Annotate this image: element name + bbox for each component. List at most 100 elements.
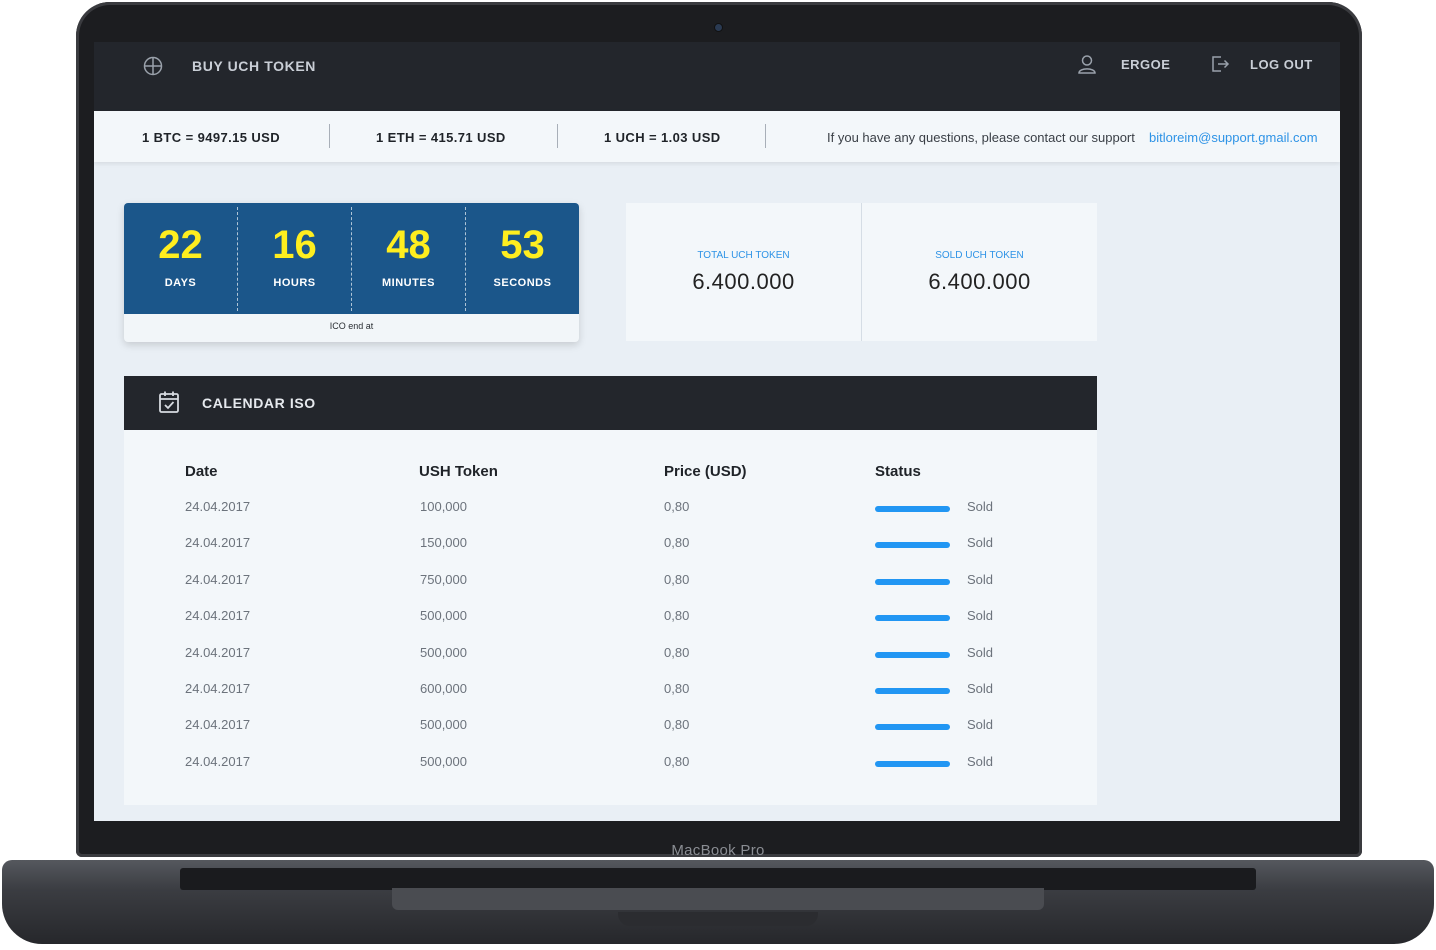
countdown-value: 16 [272,223,317,267]
status-progress-bar [875,760,950,767]
user-name[interactable]: ERGOE [1121,57,1170,72]
table-row: 24.04.2017 500,000 0,80 Sold [124,608,1097,628]
date-cell: 24.04.2017 [185,499,251,514]
price-cell: 0,80 [664,608,690,624]
status-text: Sold [967,499,994,514]
date-cell: 24.04.2017 [185,608,251,624]
price-cell: 0,80 [664,681,690,696]
laptop-notch [618,912,818,926]
price-cell: 0,80 [664,644,690,660]
date-cell: 24.04.2017 [185,535,251,551]
token-cell: 750,000 [420,571,467,587]
calendar-title: CALENDAR ISO [202,395,316,411]
user-icon[interactable] [1077,54,1097,74]
status-text: Sold [967,571,994,587]
price-cell: 0,80 [664,753,690,769]
price-cell: 0,80 [664,571,690,587]
stat-total-token: TOTAL UCH TOKEN 6.400.000 [626,203,861,341]
device-label: MacBook Pro [671,842,765,859]
ico-countdown: 22 DAYS 16 HOURS 48 MINUTES 53 SECONDS I… [124,203,579,342]
status-text: Sold [967,681,994,696]
calendar-header: CALENDAR ISO [124,376,1097,430]
stat-label: SOLD UCH TOKEN [935,250,1024,261]
token-cell: 150,000 [420,535,467,551]
status-text: Sold [967,753,994,769]
column-header-token: USH Token [419,463,498,480]
countdown-label: DAYS [164,277,197,289]
support-text: If you have any questions, please contac… [827,130,1135,145]
laptop-keyboard [180,868,1256,890]
laptop-trackpad [392,888,1044,910]
token-cell: 500,000 [420,608,467,624]
table-row: 24.04.2017 500,000 0,80 Sold [124,717,1097,737]
rate-eth: 1 ETH = 415.71 USD [376,130,506,145]
price-cell: 0,80 [664,717,690,733]
price-cell: 0,80 [664,499,690,514]
webcam [715,24,722,31]
table-row: 24.04.2017 500,000 0,80 Sold [124,645,1097,665]
table-row: 24.04.2017 750,000 0,80 Sold [124,572,1097,592]
table-row: 24.04.2017 150,000 0,80 Sold [124,535,1097,555]
table-row: 24.04.2017 600,000 0,80 Sold [124,681,1097,701]
countdown-hours: 16 HOURS [238,203,351,314]
date-cell: 24.04.2017 [185,571,251,587]
countdown-panel: 22 DAYS 16 HOURS 48 MINUTES 53 SECONDS [124,203,579,314]
price-cell: 0,80 [664,535,690,551]
status-text: Sold [967,644,994,660]
rates-bar: 1 BTC = 9497.15 USD 1 ETH = 415.71 USD 1… [94,111,1340,162]
status-text: Sold [967,717,994,733]
status-progress-bar [875,506,950,512]
table-row: 24.04.2017 100,000 0,80 Sold [124,499,1097,519]
buy-token-link[interactable]: BUY UCH TOKEN [192,58,316,74]
status-text: Sold [967,535,994,551]
app-screen: BUY UCH TOKEN ERGOE LOG OUT 1 BTC = 9497… [94,42,1340,821]
token-cell: 500,000 [420,717,467,733]
top-nav: BUY UCH TOKEN ERGOE LOG OUT [94,42,1340,111]
column-header-date: Date [185,463,218,480]
countdown-value: 22 [158,223,203,267]
date-cell: 24.04.2017 [185,644,251,660]
token-cell: 500,000 [420,753,467,769]
rate-divider [329,124,330,148]
logout-button[interactable]: LOG OUT [1250,57,1313,72]
date-cell: 24.04.2017 [185,681,251,696]
status-progress-bar [875,688,950,694]
rate-uch: 1 UCH = 1.03 USD [604,130,721,145]
countdown-days: 22 DAYS [124,203,237,314]
status-progress-bar [875,724,950,731]
status-text: Sold [967,608,994,624]
token-cell: 600,000 [420,681,467,696]
column-header-price: Price (USD) [664,463,747,480]
stat-sold-token: SOLD UCH TOKEN 6.400.000 [862,203,1097,341]
rate-divider [765,124,766,148]
logout-icon[interactable] [1210,54,1230,74]
stat-label: TOTAL UCH TOKEN [697,250,790,261]
stat-value: 6.400.000 [928,269,1031,294]
countdown-value: 53 [500,223,545,267]
countdown-seconds: 53 SECONDS [466,203,579,314]
rate-divider [557,124,558,148]
status-progress-bar [875,578,950,585]
countdown-footer: ICO end at [329,321,374,331]
status-progress-bar [875,651,950,658]
calendar-table: Date USH Token Price (USD) Status 24.04.… [124,430,1097,805]
stat-value: 6.400.000 [692,269,795,294]
countdown-minutes: 48 MINUTES [352,203,465,314]
status-progress-bar [875,542,950,549]
countdown-value: 48 [386,223,431,267]
column-header-status: Status [875,463,921,480]
countdown-label: SECONDS [493,277,552,289]
calendar-check-icon [159,391,179,413]
date-cell: 24.04.2017 [185,753,251,769]
support-email-link[interactable]: bitloreim@support.gmail.com [1149,130,1318,145]
token-cell: 500,000 [420,644,467,660]
rate-btc: 1 BTC = 9497.15 USD [142,130,281,145]
token-stats: TOTAL UCH TOKEN 6.400.000 SOLD UCH TOKEN… [626,203,1097,341]
countdown-label: HOURS [273,277,316,289]
status-progress-bar [875,615,950,622]
token-cell: 100,000 [420,499,467,514]
crosshair-circle-icon[interactable] [143,56,163,76]
date-cell: 24.04.2017 [185,717,251,733]
table-row: 24.04.2017 500,000 0,80 Sold [124,754,1097,774]
countdown-label: MINUTES [382,277,435,289]
